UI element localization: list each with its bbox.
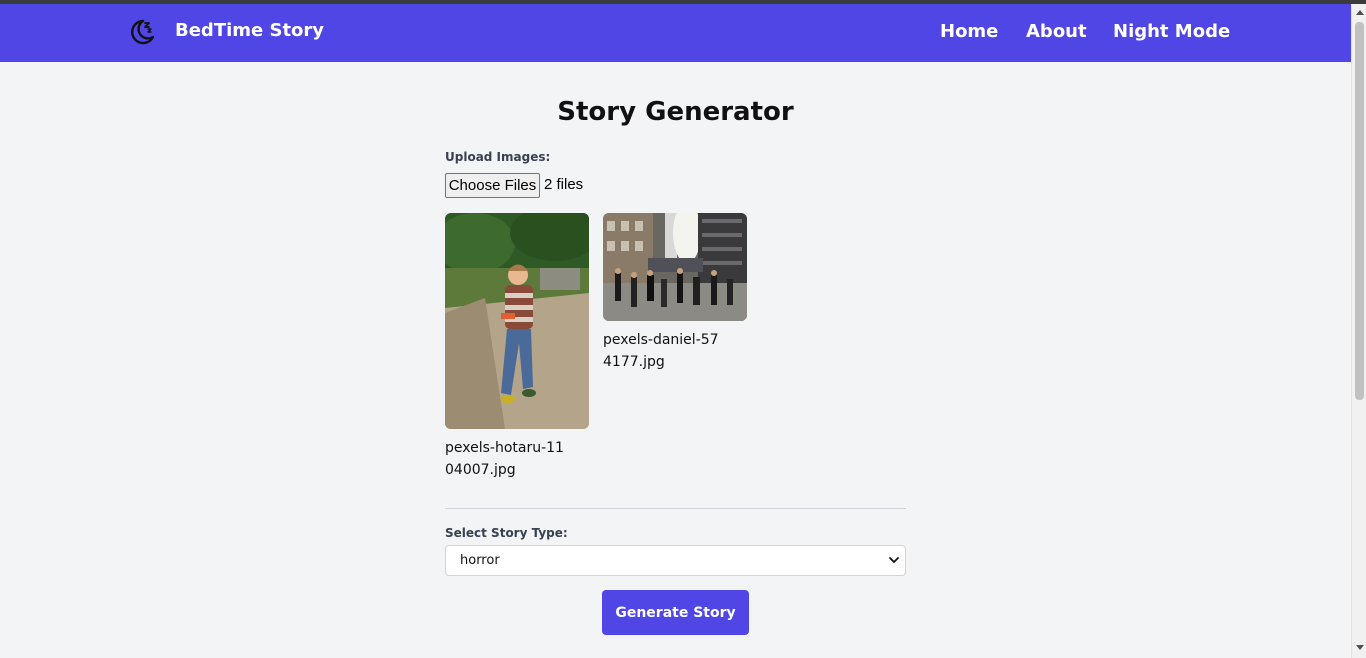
page-title: Story Generator: [557, 97, 794, 127]
image-filename-2: pexels-daniel-574177.jpg: [603, 332, 719, 370]
image-filename-1: pexels-hotaru-1104007.jpg: [445, 440, 564, 478]
moon-sleep-icon: [131, 19, 155, 45]
file-count-text: 2 files: [544, 176, 584, 193]
street-crowd-photo: [603, 213, 747, 321]
upload-label: Upload Images:: [445, 150, 551, 164]
scroll-down-arrow-icon[interactable]: [1356, 645, 1364, 650]
story-type-selected-value: horror: [460, 553, 500, 568]
image-preview-2: pexels-daniel-574177.jpg: [603, 213, 747, 373]
choose-files-button[interactable]: Choose Files: [445, 173, 540, 198]
child-running-photo: [445, 213, 589, 429]
image-preview-1: pexels-hotaru-1104007.jpg: [445, 213, 589, 481]
scrollbar-thumb[interactable]: [1355, 22, 1364, 400]
nav-night-mode-link[interactable]: Night Mode: [1113, 21, 1230, 42]
page-scrollbar[interactable]: [1351, 4, 1366, 658]
nav-home-link[interactable]: Home: [940, 21, 998, 42]
story-type-select[interactable]: horror: [445, 545, 906, 576]
brand-title[interactable]: BedTime Story: [175, 20, 324, 41]
scroll-up-arrow-icon[interactable]: [1356, 10, 1364, 15]
chevron-down-icon: [889, 557, 899, 563]
section-divider: [445, 508, 906, 509]
story-type-label: Select Story Type:: [445, 526, 568, 540]
generate-story-button[interactable]: Generate Story: [602, 590, 749, 635]
navbar: BedTime Story Home About Night Mode: [0, 4, 1351, 62]
nav-about-link[interactable]: About: [1026, 21, 1087, 42]
